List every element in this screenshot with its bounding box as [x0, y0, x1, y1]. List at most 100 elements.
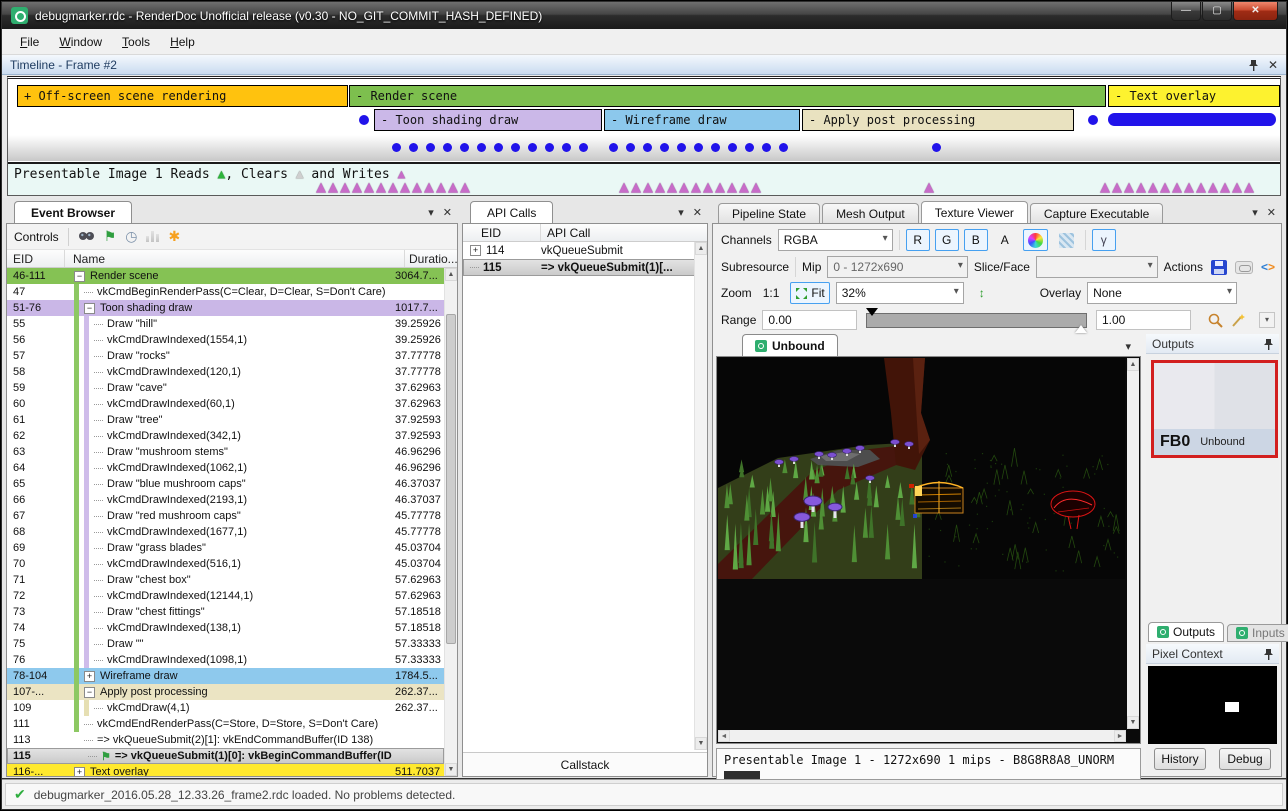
- range-max-input[interactable]: 1.00: [1096, 310, 1191, 330]
- close-icon[interactable]: ✕: [693, 206, 702, 219]
- color-wheel-button[interactable]: [1023, 229, 1048, 251]
- zoom-range-icon[interactable]: [1207, 312, 1224, 329]
- table-row[interactable]: 51-76−Toon shading draw1017.7...: [7, 300, 444, 316]
- timeline-header[interactable]: Timeline - Frame #2 ✕: [2, 55, 1286, 75]
- tab-inputs[interactable]: Inputs: [1227, 624, 1288, 642]
- column-api-call[interactable]: API Call: [541, 224, 707, 241]
- timeline-bar[interactable]: - Wireframe draw: [604, 109, 800, 131]
- table-row[interactable]: 63Draw "mushroom stems"46.96296: [7, 444, 444, 460]
- table-row[interactable]: 72vkCmdDrawIndexed(12144,1)57.62963: [7, 588, 444, 604]
- table-row[interactable]: 113=> vkQueueSubmit(2)[1]: vkEndCommandB…: [7, 732, 444, 748]
- table-row[interactable]: 46-111−Render scene3064.7...: [7, 268, 444, 284]
- texture-vscrollbar[interactable]: ▲ ▼: [1127, 358, 1139, 729]
- table-row[interactable]: 70vkCmdDrawIndexed(516,1)45.03704: [7, 556, 444, 572]
- fit-button[interactable]: Fit: [790, 282, 829, 304]
- tab-outputs[interactable]: Outputs: [1148, 622, 1224, 642]
- debug-button[interactable]: Debug: [1219, 748, 1271, 770]
- event-browser-scrollbar[interactable]: ▲ ▼: [444, 268, 457, 776]
- range-white-marker[interactable]: [1075, 325, 1087, 333]
- tab-unbound[interactable]: Unbound: [742, 334, 838, 356]
- tab-mesh-output[interactable]: Mesh Output: [822, 203, 919, 223]
- pin-icon[interactable]: [1249, 59, 1258, 71]
- tab-pipeline-state[interactable]: Pipeline State: [718, 203, 820, 223]
- jump-to-event-icon[interactable]: ⚑: [104, 228, 117, 245]
- table-row[interactable]: 75Draw ""57.33333: [7, 636, 444, 652]
- gamma-button[interactable]: γ: [1092, 229, 1116, 251]
- scroll-left-icon[interactable]: ◄: [718, 730, 730, 742]
- scroll-down-icon[interactable]: ▼: [695, 737, 707, 750]
- title-bar[interactable]: debugmarker.rdc - RenderDoc Unofficial r…: [2, 2, 1286, 29]
- chevron-down-icon[interactable]: ▾: [678, 206, 684, 219]
- table-row[interactable]: 78-104+Wireframe draw1784.5...: [7, 668, 444, 684]
- table-row[interactable]: 115⚑=> vkQueueSubmit(1)[0]: vkBeginComma…: [7, 748, 444, 764]
- timeline-bar[interactable]: + Off-screen scene rendering: [17, 85, 348, 107]
- collapse-icon[interactable]: −: [74, 271, 85, 282]
- find-icon[interactable]: [78, 230, 95, 243]
- collapse-icon[interactable]: −: [84, 687, 95, 698]
- chevron-down-icon[interactable]: ▾: [1252, 206, 1258, 219]
- callstack-section[interactable]: Callstack: [463, 752, 707, 776]
- bookmark-icon[interactable]: ✱: [168, 228, 180, 245]
- expand-icon[interactable]: +: [74, 767, 85, 777]
- collapse-icon[interactable]: −: [84, 303, 95, 314]
- table-row[interactable]: 60vkCmdDrawIndexed(60,1)37.62963: [7, 396, 444, 412]
- tab-texture-viewer[interactable]: Texture Viewer: [921, 201, 1028, 223]
- timeline-body[interactable]: Presentable Image 1 Reads ▲, Clears ▲ an…: [7, 76, 1281, 196]
- channel-g-button[interactable]: G: [935, 229, 959, 251]
- table-row[interactable]: 56vkCmdDrawIndexed(1554,1)39.25926: [7, 332, 444, 348]
- timeline-bar[interactable]: - Toon shading draw: [374, 109, 602, 131]
- timeline-bar[interactable]: - Text overlay: [1108, 85, 1280, 107]
- range-black-marker[interactable]: [866, 308, 878, 316]
- close-icon[interactable]: ✕: [1267, 206, 1276, 219]
- menu-item-window[interactable]: Window: [49, 31, 112, 53]
- channel-r-button[interactable]: R: [906, 229, 930, 251]
- scroll-right-icon[interactable]: ►: [1114, 730, 1126, 742]
- time-draws-icon[interactable]: ◷: [125, 228, 137, 245]
- expand-icon[interactable]: +: [470, 245, 481, 256]
- history-button[interactable]: History: [1154, 748, 1206, 770]
- fb0-thumbnail[interactable]: FB0 Unbound: [1151, 360, 1278, 458]
- zoom-1to1-button[interactable]: 1:1: [758, 282, 785, 304]
- table-row[interactable]: 73Draw "chest fittings"57.18518: [7, 604, 444, 620]
- scroll-up-icon[interactable]: ▲: [695, 242, 707, 255]
- table-row[interactable]: 109vkCmdDraw(4,1)262.37...: [7, 700, 444, 716]
- scroll-up-icon[interactable]: ▲: [1127, 358, 1139, 371]
- channel-b-button[interactable]: B: [964, 229, 988, 251]
- save-texture-icon[interactable]: [1211, 260, 1227, 275]
- table-row[interactable]: 59Draw "cave"37.62963: [7, 380, 444, 396]
- close-icon[interactable]: ✕: [1268, 58, 1278, 72]
- scroll-down-icon[interactable]: ▼: [1127, 716, 1139, 729]
- chevron-down-icon[interactable]: ▾: [1125, 340, 1131, 353]
- minimize-button[interactable]: —: [1171, 2, 1201, 21]
- custom-shader-icon[interactable]: <>: [1261, 260, 1275, 274]
- zoom-select[interactable]: 32%: [836, 282, 964, 304]
- maximize-button[interactable]: ▢: [1202, 2, 1232, 21]
- table-row[interactable]: 116-...+Text overlay511.7037: [7, 764, 444, 776]
- alpha-background-button[interactable]: [1054, 229, 1079, 251]
- range-slider[interactable]: [866, 313, 1087, 328]
- table-row[interactable]: 67Draw "red mushroom caps"45.77778: [7, 508, 444, 524]
- tab-api-calls[interactable]: API Calls: [470, 201, 553, 223]
- range-min-input[interactable]: 0.00: [762, 310, 857, 330]
- table-row[interactable]: 58vkCmdDrawIndexed(120,1)37.77778: [7, 364, 444, 380]
- close-icon[interactable]: ✕: [443, 206, 452, 219]
- table-row[interactable]: 47vkCmdBeginRenderPass(C=Clear, D=Clear,…: [7, 284, 444, 300]
- table-row[interactable]: 62vkCmdDrawIndexed(342,1)37.92593: [7, 428, 444, 444]
- texture-canvas[interactable]: ▲ ▼ ◄ ►: [716, 356, 1141, 744]
- table-row[interactable]: 55Draw "hill"39.25926: [7, 316, 444, 332]
- pin-icon[interactable]: [1264, 648, 1273, 660]
- texture-hscrollbar[interactable]: ◄ ►: [718, 730, 1126, 742]
- expand-icon[interactable]: +: [84, 671, 95, 682]
- menu-item-tools[interactable]: Tools: [112, 31, 160, 53]
- table-row[interactable]: 57Draw "rocks"37.77778: [7, 348, 444, 364]
- scroll-down-icon[interactable]: ▼: [445, 763, 457, 776]
- column-duration[interactable]: Duratio...: [405, 250, 457, 267]
- table-row[interactable]: 74vkCmdDrawIndexed(138,1)57.18518: [7, 620, 444, 636]
- column-eid[interactable]: EID: [463, 224, 541, 241]
- menu-item-help[interactable]: Help: [160, 31, 205, 53]
- table-row[interactable]: 115=> vkQueueSubmit(1)[...: [463, 259, 707, 276]
- table-row[interactable]: 107-...−Apply post processing262.37...: [7, 684, 444, 700]
- column-name[interactable]: Name: [65, 250, 405, 267]
- slice-face-select[interactable]: [1036, 256, 1158, 278]
- table-row[interactable]: 69Draw "grass blades"45.03704: [7, 540, 444, 556]
